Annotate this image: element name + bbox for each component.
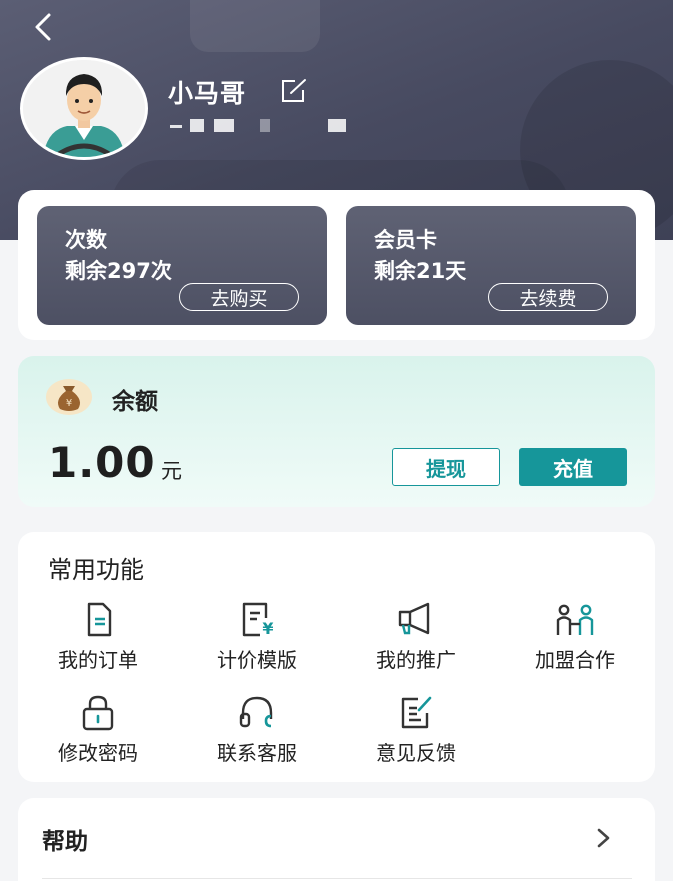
chevron-left-icon bbox=[35, 13, 51, 41]
back-button[interactable] bbox=[26, 10, 60, 44]
feature-change-password[interactable]: 修改密码 bbox=[33, 695, 163, 775]
buy-button[interactable]: 去购买 bbox=[179, 283, 299, 311]
balance-unit: 元 bbox=[161, 459, 182, 483]
feature-contact-support[interactable]: 联系客服 bbox=[192, 695, 322, 775]
edit-icon bbox=[282, 79, 306, 102]
feature-label: 我的推广 bbox=[376, 648, 456, 672]
divider bbox=[42, 878, 632, 879]
header-decoration bbox=[190, 0, 320, 52]
help-label: 帮助 bbox=[42, 829, 88, 855]
pricing-template-icon: ¥ bbox=[242, 602, 274, 638]
common-features-panel: 常用功能 我的订单 ¥ 计价模版 我的推广 加盟合作 修改密码 联系客服 意见反… bbox=[18, 532, 655, 782]
megaphone-icon bbox=[398, 602, 430, 635]
membership-card: 会员卡 剩余21天 去续费 bbox=[346, 206, 636, 325]
usage-count-card: 次数 剩余297次 去购买 bbox=[37, 206, 327, 325]
feature-label: 修改密码 bbox=[58, 741, 138, 765]
username: 小马哥 bbox=[168, 79, 247, 108]
feature-label: 加盟合作 bbox=[535, 648, 615, 672]
svg-text:¥: ¥ bbox=[262, 619, 273, 638]
feature-partnership[interactable]: 加盟合作 bbox=[510, 602, 640, 682]
edit-profile-button[interactable] bbox=[279, 77, 309, 105]
feature-pricing-template[interactable]: ¥ 计价模版 bbox=[192, 602, 322, 682]
features-title: 常用功能 bbox=[48, 556, 144, 584]
money-bag-icon: ¥ bbox=[46, 379, 92, 415]
withdraw-button[interactable]: 提现 bbox=[392, 448, 500, 486]
feature-label: 意见反馈 bbox=[376, 741, 456, 765]
feature-label: 联系客服 bbox=[217, 741, 297, 765]
headset-icon bbox=[239, 696, 273, 728]
renew-button[interactable]: 去续费 bbox=[488, 283, 608, 311]
balance-card: ¥ 余额 1.00 元 提现 充值 bbox=[18, 356, 655, 507]
svg-text:¥: ¥ bbox=[66, 398, 72, 409]
stat-value: 剩余297次 bbox=[65, 259, 172, 283]
feature-my-promotion[interactable]: 我的推广 bbox=[351, 602, 481, 682]
stat-value: 剩余21天 bbox=[374, 259, 467, 283]
membership-panel: 次数 剩余297次 去购买 会员卡 剩余21天 去续费 bbox=[18, 190, 655, 340]
stat-title: 会员卡 bbox=[374, 228, 437, 252]
help-row[interactable]: 帮助 bbox=[18, 798, 655, 881]
lock-icon bbox=[82, 695, 114, 731]
feature-label: 我的订单 bbox=[58, 648, 138, 672]
feature-feedback[interactable]: 意见反馈 bbox=[351, 695, 481, 775]
chevron-right-icon bbox=[597, 828, 610, 848]
avatar[interactable] bbox=[20, 57, 148, 160]
driver-avatar-icon bbox=[23, 60, 145, 157]
feature-label: 计价模版 bbox=[217, 648, 297, 672]
balance-amount: 1.00 bbox=[48, 438, 156, 487]
stat-title: 次数 bbox=[65, 228, 107, 252]
phone-number-masked bbox=[170, 116, 350, 136]
balance-label: 余额 bbox=[112, 389, 158, 415]
feedback-edit-icon bbox=[401, 696, 432, 729]
recharge-button[interactable]: 充值 bbox=[519, 448, 627, 486]
feature-my-orders[interactable]: 我的订单 bbox=[33, 602, 163, 682]
partnership-icon bbox=[556, 604, 594, 635]
order-doc-icon bbox=[87, 602, 112, 637]
